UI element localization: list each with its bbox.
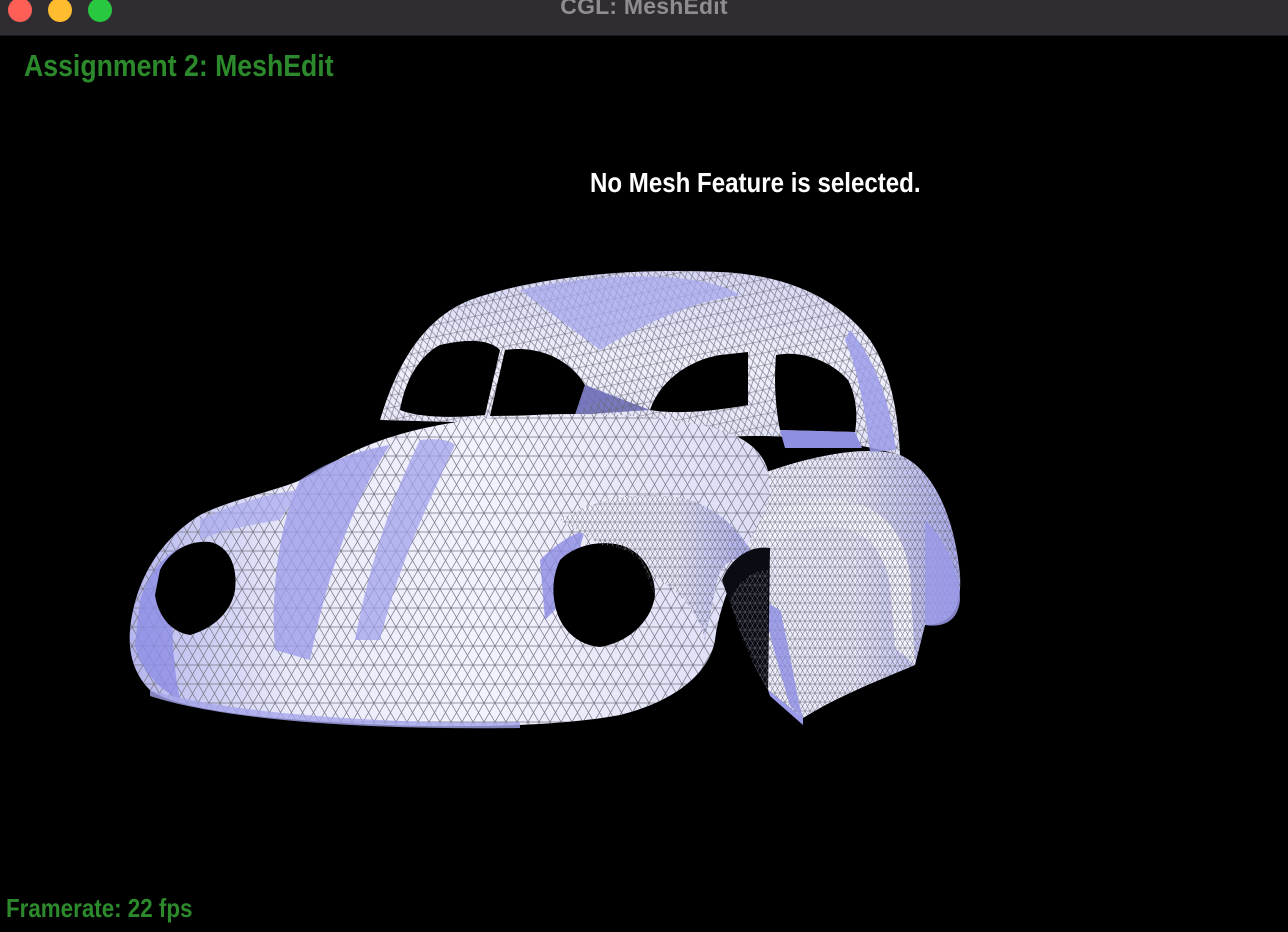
car-mesh-render[interactable] <box>0 0 1288 932</box>
app-window: CGL: MeshEdit Assignment 2: MeshEdit No … <box>0 0 1288 932</box>
